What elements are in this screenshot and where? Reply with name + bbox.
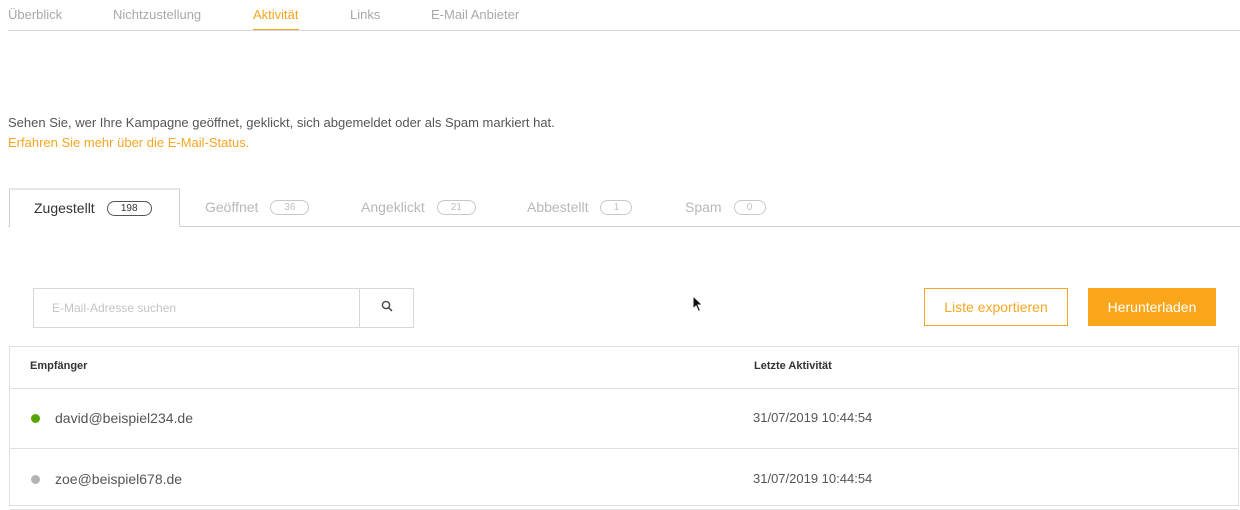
column-header-recipient[interactable]: Empfänger xyxy=(30,360,87,372)
nav-tab-overview[interactable]: Überblick xyxy=(8,7,62,30)
recipient-table: Empfänger Letzte Aktivität david@beispie… xyxy=(9,346,1239,510)
recipient-email: zoe@beispiel678.de xyxy=(55,471,183,487)
export-list-button[interactable]: Liste exportieren xyxy=(924,288,1068,326)
last-activity-date: 31/07/2019 10:44:54 xyxy=(753,471,873,486)
tab-label: Abbestellt xyxy=(527,199,589,215)
mouse-cursor-icon xyxy=(692,294,704,318)
tab-label: Zugestellt xyxy=(34,200,95,216)
nav-tab-bounces[interactable]: Nichtzustellung xyxy=(113,7,201,30)
tab-clicked[interactable]: Angeklickt 21 xyxy=(361,188,476,226)
table-header: Empfänger Letzte Aktivität xyxy=(10,347,1238,389)
tab-label: Angeklickt xyxy=(361,199,425,215)
table-row[interactable]: david@beispiel234.de 31/07/2019 10:44:54 xyxy=(10,388,1238,449)
intro-text: Sehen Sie, wer Ihre Kampagne geöffnet, g… xyxy=(8,115,555,130)
search-input[interactable] xyxy=(34,289,359,327)
tab-opened[interactable]: Geöffnet 36 xyxy=(205,188,310,226)
tab-unsubscribed[interactable]: Abbestellt 1 xyxy=(527,188,633,226)
search-box xyxy=(33,288,414,328)
tab-spam[interactable]: Spam 0 xyxy=(685,188,766,226)
search-icon xyxy=(381,299,393,317)
count-badge: 21 xyxy=(436,199,476,215)
status-dot xyxy=(31,414,40,423)
download-button[interactable]: Herunterladen xyxy=(1088,288,1216,326)
tab-delivered[interactable]: Zugestellt 198 xyxy=(9,188,180,227)
status-dot xyxy=(31,475,40,484)
nav-tab-links[interactable]: Links xyxy=(350,7,380,30)
tab-label: Spam xyxy=(685,199,722,215)
count-badge: 0 xyxy=(733,199,766,215)
search-button[interactable] xyxy=(359,289,413,327)
nav-tab-activity[interactable]: Aktivität xyxy=(253,7,299,30)
count-badge: 36 xyxy=(270,199,310,215)
nav-tab-email-providers[interactable]: E-Mail Anbieter xyxy=(431,7,519,30)
top-navigation: Überblick Nichtzustellung Aktivität Link… xyxy=(8,0,1240,31)
learn-more-link[interactable]: Erfahren Sie mehr über die E-Mail-Status… xyxy=(8,135,249,150)
recipient-email: david@beispiel234.de xyxy=(55,410,193,426)
column-header-last-activity[interactable]: Letzte Aktivität xyxy=(754,360,832,372)
count-badge: 198 xyxy=(106,200,152,216)
tab-label: Geöffnet xyxy=(205,199,259,215)
last-activity-date: 31/07/2019 10:44:54 xyxy=(753,410,873,425)
table-row[interactable]: zoe@beispiel678.de 31/07/2019 10:44:54 xyxy=(10,449,1238,510)
count-badge: 1 xyxy=(600,199,633,215)
status-tabs: Zugestellt 198 Geöffnet 36 Angeklickt 21… xyxy=(8,188,1240,227)
